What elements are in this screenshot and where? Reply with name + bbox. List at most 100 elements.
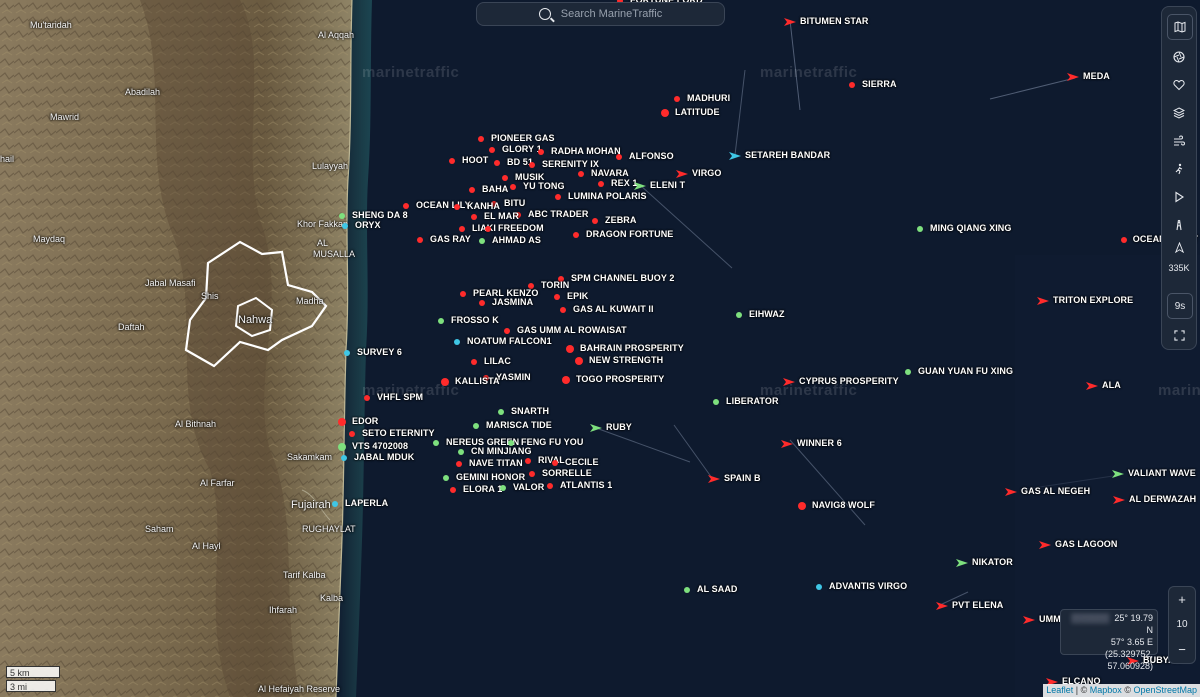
vessel-label[interactable]: NAVIG8 WOLF (812, 500, 875, 510)
vessel-marker[interactable] (616, 154, 622, 160)
vessel-label[interactable]: MING QIANG XING (930, 223, 1012, 233)
vessel-label[interactable]: GLORY 1 (502, 144, 542, 154)
vessel-label[interactable]: RUBY (606, 422, 632, 432)
zoom-in-button[interactable]: + (1169, 587, 1195, 612)
vessel-label[interactable]: BAHA (482, 184, 508, 194)
vessel-marker[interactable] (547, 483, 553, 489)
vessel-marker[interactable] (473, 423, 479, 429)
vessel-label[interactable]: KALLISTA (455, 376, 500, 386)
vessel-label[interactable]: NIKATOR (972, 557, 1013, 567)
vessel-marker[interactable] (905, 369, 911, 375)
vessel-marker[interactable] (684, 587, 690, 593)
vessel-label[interactable]: PIONEER GAS (491, 133, 555, 143)
vessel-marker[interactable] (471, 214, 477, 220)
vessel-label[interactable]: ATLANTIS 1 (560, 480, 612, 490)
vessel-marker[interactable] (510, 184, 516, 190)
vessel-label[interactable]: ELENI T (650, 180, 685, 190)
vessel-arrow-icon[interactable] (1022, 613, 1036, 627)
vessel-label[interactable]: ADVANTIS VIRGO (829, 581, 907, 591)
vessel-label[interactable]: LATITUDE (675, 107, 720, 117)
vessel-label[interactable]: UMM (1039, 614, 1061, 624)
fullscreen-button[interactable] (1162, 321, 1196, 349)
mapbox-link[interactable]: Mapbox (1090, 685, 1122, 695)
weather-layer-button[interactable] (1162, 43, 1196, 71)
vessel-marker[interactable] (592, 218, 598, 224)
vessel-marker[interactable] (339, 213, 345, 219)
route-button[interactable] (1162, 211, 1196, 239)
vessel-label[interactable]: NAVE TITAN (469, 458, 523, 468)
vessel-label[interactable]: LILAC (484, 356, 511, 366)
play-track-button[interactable] (1162, 183, 1196, 211)
vessel-marker[interactable] (489, 147, 495, 153)
vessel-arrow-icon[interactable] (675, 167, 689, 181)
vessel-marker[interactable] (917, 226, 923, 232)
vessel-label[interactable]: SNARTH (511, 406, 549, 416)
vessel-label[interactable]: SPAIN B (724, 473, 761, 483)
vessel-label[interactable]: HOOT (462, 155, 488, 165)
vessel-label[interactable]: BITU (504, 198, 525, 208)
vessel-count-button[interactable] (1162, 237, 1196, 257)
vessel-marker[interactable] (849, 82, 855, 88)
vessel-marker[interactable] (562, 376, 570, 384)
vessel-label[interactable]: OCEAN LILY (416, 200, 471, 210)
vessel-label[interactable]: LUMINA POLARIS (568, 191, 647, 201)
vessel-marker[interactable] (566, 345, 574, 353)
vessel-marker[interactable] (485, 226, 491, 232)
vessel-label[interactable]: NAVARA (591, 168, 629, 178)
vessel-label[interactable]: SIERRA (862, 79, 897, 89)
vessel-marker[interactable] (469, 187, 475, 193)
vessel-label[interactable]: ZEBRA (605, 215, 637, 225)
vessel-marker[interactable] (479, 300, 485, 306)
vessel-label[interactable]: BAHRAIN PROSPERITY (580, 343, 684, 353)
vessel-label[interactable]: AL DERWAZAH (1129, 494, 1196, 504)
vessel-label[interactable]: LAPERLA (345, 498, 388, 508)
vessel-label[interactable]: EL MAR (484, 211, 519, 221)
vessel-label[interactable]: SHENG DA 8 (352, 210, 408, 220)
vessel-label[interactable]: EPIK (567, 291, 588, 301)
layers-button[interactable] (1162, 99, 1196, 127)
vessel-label[interactable]: AHMAD AS (492, 235, 541, 245)
vessel-marker[interactable] (538, 149, 544, 155)
vessel-marker[interactable] (578, 171, 584, 177)
vessel-label[interactable]: TOGO PROSPERITY (576, 374, 664, 384)
vessel-marker[interactable] (525, 458, 531, 464)
vessel-label[interactable]: YU TONG (523, 181, 565, 191)
vessel-marker[interactable] (459, 226, 465, 232)
vessel-marker[interactable] (454, 339, 460, 345)
vessel-label[interactable]: NOATUM FALCON1 (467, 336, 552, 346)
vessel-label[interactable]: ABC TRADER (528, 209, 589, 219)
vessel-label[interactable]: PVT ELENA (952, 600, 1003, 610)
vessel-label[interactable]: CN MINJIANG (471, 446, 532, 456)
vessel-marker[interactable] (736, 312, 742, 318)
vessel-label[interactable]: VTS 4702008 (352, 441, 408, 451)
vessel-label[interactable]: CYPRUS PROSPERITY (799, 376, 899, 386)
vessel-label[interactable]: TORIN (541, 280, 569, 290)
map-layers-button[interactable] (1167, 14, 1193, 40)
vessel-label[interactable]: JASMINA (492, 297, 533, 307)
vessel-label[interactable]: SETO ETERNITY (362, 428, 435, 438)
vessel-marker[interactable] (478, 136, 484, 142)
vessel-marker[interactable] (449, 158, 455, 164)
vessel-marker[interactable] (713, 399, 719, 405)
vessel-label[interactable]: DRAGON FORTUNE (586, 229, 673, 239)
vessel-label[interactable]: BITUMEN STAR (800, 16, 869, 26)
vessel-label[interactable]: MARISCA TIDE (486, 420, 552, 430)
vessel-arrow-icon[interactable] (707, 472, 721, 486)
vessel-marker[interactable] (344, 350, 350, 356)
vessel-marker[interactable] (816, 584, 822, 590)
vessel-marker[interactable] (575, 357, 583, 365)
vessel-label[interactable]: FREEDOM (498, 223, 544, 233)
vessel-arrow-icon[interactable] (728, 149, 742, 163)
vessel-label[interactable]: GAS AL NEGEH (1021, 486, 1090, 496)
vessel-marker[interactable] (460, 291, 466, 297)
search-bar[interactable]: Search MarineTraffic (476, 2, 725, 26)
vessel-label[interactable]: TRITON EXPLORE (1053, 295, 1133, 305)
vessel-label[interactable]: MEDA (1083, 71, 1110, 81)
vessel-label[interactable]: GAS LAGOON (1055, 539, 1118, 549)
vessel-marker[interactable] (500, 485, 506, 491)
vessel-label[interactable]: FROSSO K (451, 315, 499, 325)
favorites-button[interactable] (1162, 71, 1196, 99)
vessel-marker[interactable] (403, 203, 409, 209)
vessel-marker[interactable] (338, 418, 346, 426)
vessel-marker[interactable] (342, 223, 348, 229)
